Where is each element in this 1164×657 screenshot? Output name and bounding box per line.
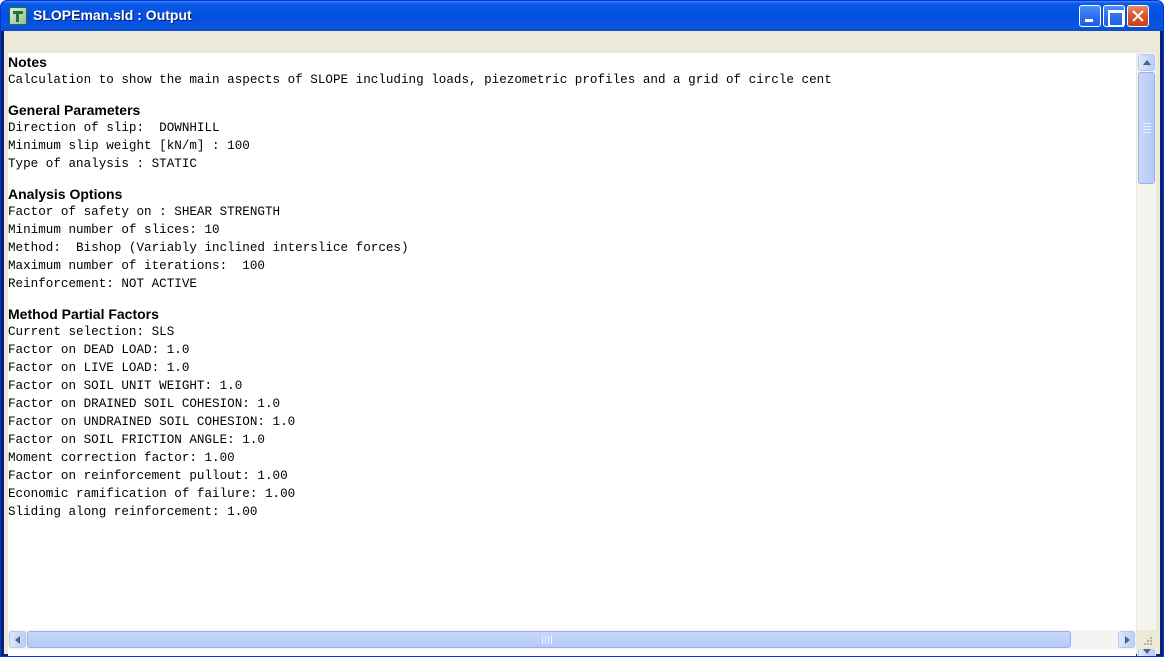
horizontal-scrollbar[interactable]: [8, 630, 1136, 649]
text-line: Maximum number of iterations: 100: [8, 259, 265, 273]
text-line: Direction of slip: DOWNHILL: [8, 121, 220, 135]
grip-icon: [1143, 129, 1151, 130]
vertical-scrollbar[interactable]: [1137, 53, 1156, 656]
output-window: SLOPEman.sld : Output Notes Calculation …: [0, 0, 1164, 657]
section-method-partial-factors: Method Partial Factors Current selection…: [8, 305, 1136, 521]
text-line: Minimum slip weight [kN/m] : 100: [8, 139, 250, 153]
text-line: Reinforcement: NOT ACTIVE: [8, 277, 197, 291]
output-text: Notes Calculation to show the main aspec…: [8, 53, 1136, 521]
section-heading: General Parameters: [8, 102, 141, 118]
section-analysis-options: Analysis Options Factor of safety on : S…: [8, 185, 1136, 293]
grip-icon: [545, 636, 546, 644]
section-heading: Analysis Options: [8, 186, 123, 202]
window-client-area: Notes Calculation to show the main aspec…: [4, 31, 1160, 656]
section-notes: Notes Calculation to show the main aspec…: [8, 53, 1136, 89]
text-line: Factor on UNDRAINED SOIL COHESION: 1.0: [8, 415, 296, 429]
text-line: Method: Bishop (Variably inclined inters…: [8, 241, 409, 255]
scroll-up-button[interactable]: [1138, 54, 1155, 71]
arrow-up-icon: [1143, 60, 1151, 65]
section-heading: Method Partial Factors: [8, 306, 159, 322]
grip-icon: [1143, 126, 1151, 127]
grip-icon: [1143, 123, 1151, 124]
text-line: Current selection: SLS: [8, 325, 175, 339]
text-line: Factor on LIVE LOAD: 1.0: [8, 361, 190, 375]
grip-icon: [548, 636, 549, 644]
close-button[interactable]: [1127, 5, 1149, 27]
text-line: Sliding along reinforcement: 1.00: [8, 505, 258, 519]
text-line: Economic ramification of failure: 1.00: [8, 487, 296, 501]
arrow-down-icon: [1143, 649, 1151, 654]
scroll-left-button[interactable]: [9, 631, 26, 648]
minimize-button[interactable]: [1079, 5, 1101, 27]
resize-grip-icon[interactable]: [1137, 630, 1156, 649]
maximize-button[interactable]: [1103, 5, 1125, 27]
text-line: Factor on SOIL FRICTION ANGLE: 1.0: [8, 433, 265, 447]
text-line: Factor on SOIL UNIT WEIGHT: 1.0: [8, 379, 243, 393]
slope-app-icon[interactable]: [9, 7, 27, 25]
vertical-scroll-thumb[interactable]: [1138, 72, 1155, 184]
text-line: Type of analysis : STATIC: [8, 157, 197, 171]
text-line: Factor on DRAINED SOIL COHESION: 1.0: [8, 397, 281, 411]
grip-icon: [1143, 132, 1151, 133]
section-heading: Notes: [8, 54, 47, 70]
arrow-left-icon: [15, 636, 20, 644]
arrow-right-icon: [1125, 636, 1130, 644]
horizontal-scroll-thumb[interactable]: [27, 631, 1071, 648]
text-line: Factor on DEAD LOAD: 1.0: [8, 343, 190, 357]
scroll-right-button[interactable]: [1118, 631, 1135, 648]
text-line: Minimum number of slices: 10: [8, 223, 220, 237]
text-line: Factor on reinforcement pullout: 1.00: [8, 469, 288, 483]
text-line: Factor of safety on : SHEAR STRENGTH: [8, 205, 281, 219]
section-general-parameters: General Parameters Direction of slip: DO…: [8, 101, 1136, 173]
grip-icon: [551, 636, 552, 644]
title-bar[interactable]: SLOPEman.sld : Output: [1, 1, 1163, 31]
text-line: Calculation to show the main aspects of …: [8, 73, 832, 87]
text-line: Moment correction factor: 1.00: [8, 451, 235, 465]
window-title: SLOPEman.sld : Output: [33, 7, 192, 23]
output-text-view[interactable]: Notes Calculation to show the main aspec…: [8, 53, 1136, 656]
grip-icon: [542, 636, 543, 644]
